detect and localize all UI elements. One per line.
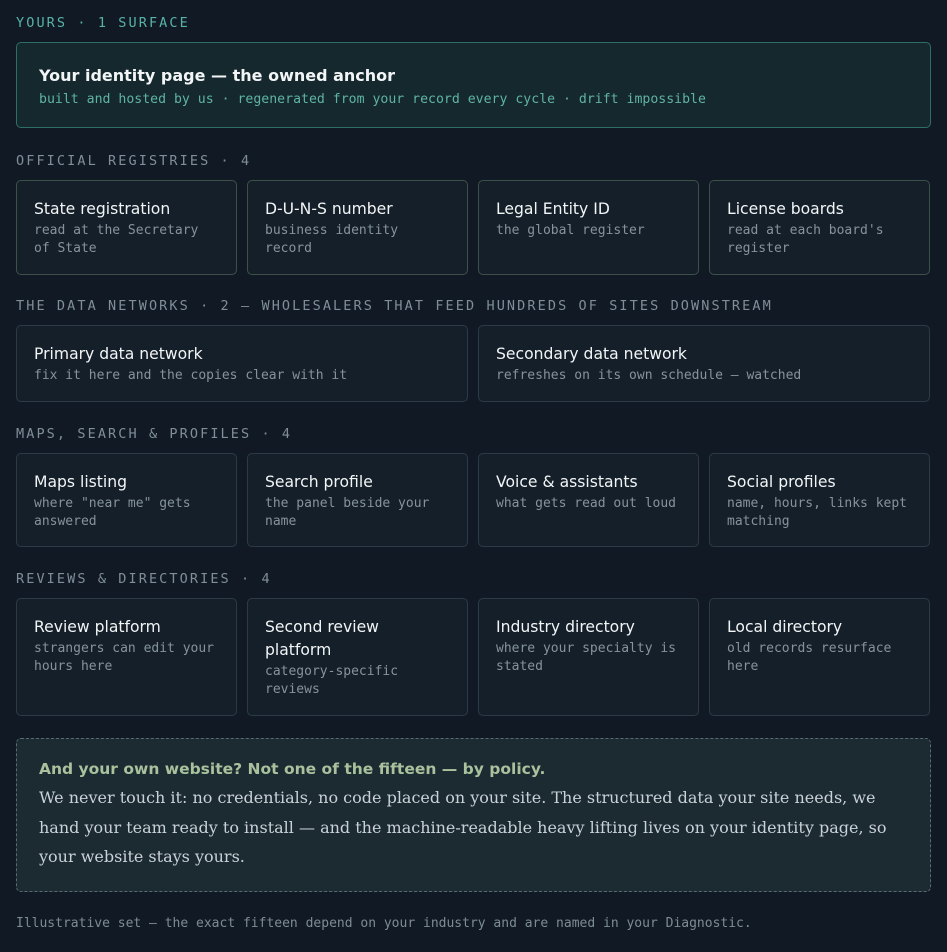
profile-card-desc: the panel beside your name	[265, 496, 430, 529]
registry-card-desc: read at the Secretary of State	[34, 223, 199, 256]
network-card-title: Secondary data network	[496, 345, 687, 363]
review-card[interactable]: Review platform strangers can edit your …	[16, 598, 237, 716]
network-card[interactable]: Secondary data network refreshes on its …	[478, 325, 930, 402]
footer-note: Illustrative set — the exact fifteen dep…	[16, 916, 752, 931]
registry-card-title: License boards	[727, 200, 844, 218]
networks-grid: Primary data network fix it here and the…	[16, 325, 930, 402]
registry-card-desc: read at each board's register	[727, 223, 884, 256]
review-card-desc: category-specific reviews	[265, 664, 399, 697]
review-card-title: Local directory	[727, 618, 843, 636]
profile-card-title: Social profiles	[727, 473, 836, 491]
profile-card[interactable]: Social profiles name, hours, links kept …	[709, 453, 930, 547]
registry-card-desc: business identity record	[265, 223, 399, 256]
registry-card-title: State registration	[34, 200, 171, 218]
review-card-desc: where your specialty is stated	[496, 641, 677, 674]
profile-card[interactable]: Search profile the panel beside your nam…	[247, 453, 468, 547]
section-label-maps: MAPS, SEARCH & PROFILES · 4	[16, 426, 293, 442]
website-policy-box: And your own website? Not one of the fif…	[16, 738, 931, 892]
identity-page-title: Your identity page — the owned anchor	[39, 66, 396, 85]
policy-title: And your own website? Not one of the fif…	[39, 760, 546, 778]
review-card[interactable]: Local directory old records resurface he…	[709, 598, 930, 716]
registry-card[interactable]: D-U-N-S number business identity record	[247, 180, 468, 275]
review-card-title: Review platform	[34, 618, 161, 636]
registry-card[interactable]: Legal Entity ID the global register	[478, 180, 699, 275]
profile-card-title: Search profile	[265, 473, 373, 491]
section-label-yours: YOURS · 1 SURFACE	[16, 15, 190, 31]
review-card-title: Second review platform	[265, 618, 379, 659]
review-card-desc: strangers can edit your hours here	[34, 641, 215, 674]
maps-grid: Maps listing where "near me" gets answer…	[16, 453, 930, 547]
profile-card-desc: where "near me" gets answered	[34, 496, 191, 529]
profile-card-desc: what gets read out loud	[496, 496, 677, 511]
profile-card-desc: name, hours, links kept matching	[727, 496, 908, 529]
profile-card[interactable]: Maps listing where "near me" gets answer…	[16, 453, 237, 547]
section-label-networks: THE DATA NETWORKS · 2 — WHOLESALERS THAT…	[16, 298, 773, 314]
registry-card-title: Legal Entity ID	[496, 200, 610, 218]
identity-page-card[interactable]: Your identity page — the owned anchor bu…	[16, 42, 931, 128]
review-card-title: Industry directory	[496, 618, 635, 636]
section-label-reviews: REVIEWS & DIRECTORIES · 4	[16, 571, 272, 587]
registry-card-title: D-U-N-S number	[265, 200, 393, 218]
review-card-desc: old records resurface here	[727, 641, 892, 674]
policy-text: We never touch it: no credentials, no co…	[39, 788, 887, 866]
network-card[interactable]: Primary data network fix it here and the…	[16, 325, 468, 402]
network-card-title: Primary data network	[34, 345, 203, 363]
network-card-desc: fix it here and the copies clear with it	[34, 368, 348, 383]
registry-card[interactable]: License boards read at each board's regi…	[709, 180, 930, 275]
section-label-registries: OFFICIAL REGISTRIES · 4	[16, 153, 252, 169]
registry-card[interactable]: State registration read at the Secretary…	[16, 180, 237, 275]
profile-card-title: Maps listing	[34, 473, 128, 491]
profile-card-title: Voice & assistants	[496, 473, 638, 491]
identity-page-subtitle: built and hosted by us · regenerated fro…	[39, 92, 706, 107]
registries-grid: State registration read at the Secretary…	[16, 180, 930, 275]
review-card[interactable]: Second review platform category-specific…	[247, 598, 468, 716]
profile-card[interactable]: Voice & assistants what gets read out lo…	[478, 453, 699, 547]
review-card[interactable]: Industry directory where your specialty …	[478, 598, 699, 716]
network-card-desc: refreshes on its own schedule — watched	[496, 368, 802, 383]
registry-card-desc: the global register	[496, 223, 645, 238]
reviews-grid: Review platform strangers can edit your …	[16, 598, 930, 716]
